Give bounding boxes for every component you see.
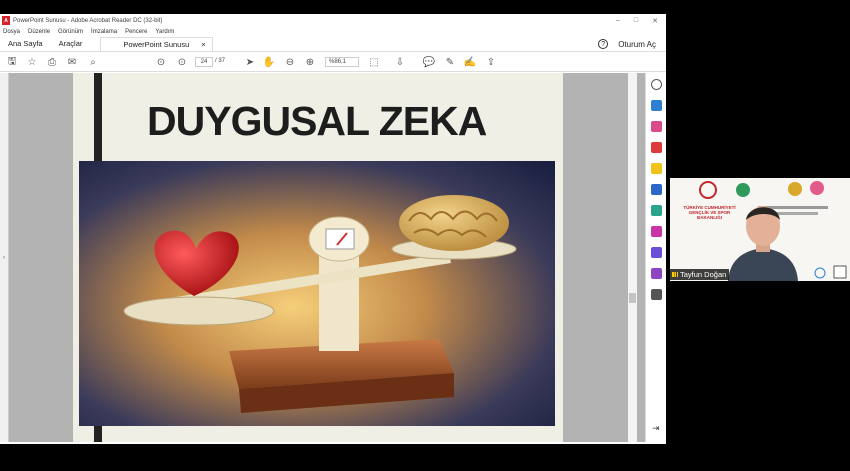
menu-sign[interactable]: İmzalama bbox=[91, 29, 117, 35]
toolbar: 🖫 ☆ ⎙ ✉ ⌕ ⊙ ⊙ 24 / 37 ➤ ✋ ⊖ ⊕ %86,1 ⬚ ⇩ … bbox=[0, 52, 666, 72]
tab-home[interactable]: Ana Sayfa bbox=[0, 39, 51, 51]
save-icon[interactable]: 🖫 bbox=[6, 56, 18, 68]
menu-help[interactable]: Yardım bbox=[155, 29, 174, 35]
participant-video[interactable]: TÜRKİYE CUMHURİYETİ GENÇLİK VE SPOR BAKA… bbox=[670, 178, 850, 281]
slide-title: DUYGUSAL ZEKA bbox=[147, 98, 487, 144]
scan-ocr-icon[interactable] bbox=[651, 205, 662, 216]
organize-pages-icon[interactable] bbox=[651, 121, 662, 132]
left-panel-toggle[interactable]: › bbox=[0, 73, 9, 442]
zoom-out-icon[interactable]: ⊖ bbox=[284, 56, 296, 68]
create-pdf-icon[interactable] bbox=[651, 100, 662, 111]
right-tools-panel: ⇥ bbox=[645, 73, 666, 442]
tab-document-label: PowerPoint Sunusu bbox=[123, 40, 190, 49]
maximize-icon[interactable]: □ bbox=[634, 17, 638, 25]
menu-window[interactable]: Pencere bbox=[125, 29, 147, 35]
zoom-select[interactable]: %86,1 bbox=[325, 57, 359, 67]
bookmark-star-icon[interactable]: ☆ bbox=[26, 56, 38, 68]
document-area: › DUYGUSAL ZEKA bbox=[0, 73, 666, 442]
select-cursor-icon[interactable]: ➤ bbox=[244, 56, 256, 68]
request-signature-icon[interactable] bbox=[651, 268, 662, 279]
fit-page-icon[interactable]: ⬚ bbox=[368, 56, 380, 68]
tab-bar-right: ? Oturum Aç bbox=[598, 39, 666, 51]
tab-document[interactable]: PowerPoint Sunusu × bbox=[100, 37, 213, 51]
send-for-review-icon[interactable] bbox=[651, 184, 662, 195]
print-icon[interactable]: ⎙ bbox=[46, 56, 58, 68]
window-title: PowerPoint Sunusu - Adobe Acrobat Reader… bbox=[13, 17, 163, 24]
next-page-icon[interactable]: ⊙ bbox=[176, 56, 188, 68]
signin-link[interactable]: Oturum Aç bbox=[618, 40, 656, 49]
menu-file[interactable]: Dosya bbox=[3, 29, 20, 35]
export-pdf-icon[interactable] bbox=[651, 142, 662, 153]
fill-sign-icon[interactable] bbox=[651, 226, 662, 237]
window-controls: – □ ✕ bbox=[616, 17, 666, 25]
participant-name: Tayfun Doğan bbox=[670, 269, 730, 280]
protect-icon[interactable] bbox=[651, 247, 662, 258]
collapse-panel-icon[interactable]: ⇥ bbox=[652, 423, 660, 434]
acrobat-logo-icon: A bbox=[2, 16, 10, 25]
minimize-icon[interactable]: – bbox=[616, 17, 620, 25]
tab-tools[interactable]: Araçlar bbox=[51, 39, 91, 51]
comment-tool-icon[interactable] bbox=[651, 163, 662, 174]
prev-page-icon[interactable]: ⊙ bbox=[155, 56, 167, 68]
comment-icon[interactable]: 💬 bbox=[423, 56, 435, 68]
pdf-page: DUYGUSAL ZEKA bbox=[73, 73, 563, 442]
scrollbar-thumb[interactable] bbox=[629, 293, 636, 303]
menu-edit[interactable]: Düzenle bbox=[28, 29, 50, 35]
scroll-mode-icon[interactable]: ⇩ bbox=[394, 56, 406, 68]
share-icon[interactable]: ⇪ bbox=[485, 56, 497, 68]
tab-close-icon[interactable]: × bbox=[201, 40, 205, 49]
zoom-in-icon[interactable]: ⊕ bbox=[304, 56, 316, 68]
search-icon[interactable]: ⌕ bbox=[87, 56, 99, 68]
menu-bar: Dosya Düzenle Görünüm İmzalama Pencere Y… bbox=[0, 27, 666, 37]
tab-bar: Ana Sayfa Araçlar PowerPoint Sunusu × ? … bbox=[0, 37, 666, 52]
help-icon[interactable]: ? bbox=[598, 39, 609, 49]
close-window-icon[interactable]: ✕ bbox=[652, 17, 658, 25]
hand-tool-icon[interactable]: ✋ bbox=[263, 56, 275, 68]
page-total: / 37 bbox=[215, 58, 226, 64]
zoom-tool-icon[interactable] bbox=[651, 79, 662, 90]
draw-icon[interactable]: ✍ bbox=[464, 56, 476, 68]
heart-brain-scale-image bbox=[79, 161, 555, 426]
highlight-pen-icon[interactable]: ✎ bbox=[444, 56, 456, 68]
vertical-scrollbar[interactable] bbox=[628, 73, 637, 442]
title-bar: A PowerPoint Sunusu - Adobe Acrobat Read… bbox=[0, 14, 666, 27]
menu-view[interactable]: Görünüm bbox=[58, 29, 83, 35]
ministry-logo-text: TÜRKİYE CUMHURİYETİ GENÇLİK VE SPOR BAKA… bbox=[683, 205, 736, 220]
video-frame bbox=[670, 178, 850, 281]
page-number-input[interactable]: 24 bbox=[195, 57, 213, 67]
more-tools-icon[interactable] bbox=[651, 289, 662, 300]
email-icon[interactable]: ✉ bbox=[66, 56, 78, 68]
